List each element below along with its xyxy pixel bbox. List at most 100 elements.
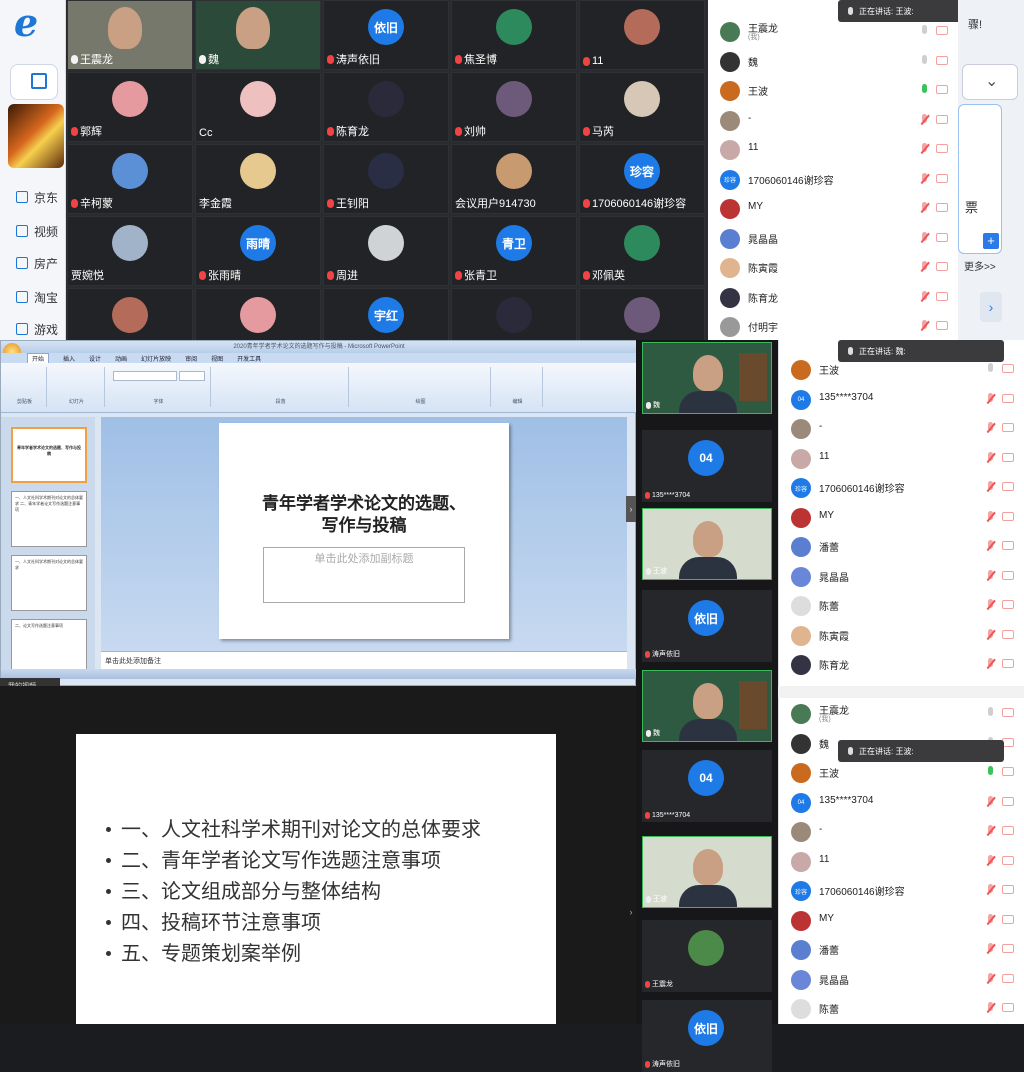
camera-off-icon[interactable]: [1002, 708, 1014, 717]
slide-thumb-3[interactable]: 一、人文社科学术期刊对论文的总体要求: [11, 555, 87, 611]
mic-icon[interactable]: [920, 143, 928, 155]
camera-off-icon[interactable]: [1002, 1003, 1014, 1012]
gallery-tile[interactable]: 李金霞: [195, 144, 321, 214]
gallery-tile[interactable]: Cc: [195, 72, 321, 142]
gallery-tile[interactable]: 辛柯蒙: [67, 144, 193, 214]
camera-off-icon[interactable]: [1002, 973, 1014, 983]
gallery-tile[interactable]: 魏: [195, 0, 321, 70]
participant-row[interactable]: 陈寅霞: [779, 620, 1024, 650]
add-icon[interactable]: +: [983, 233, 999, 249]
mic-icon[interactable]: [986, 363, 994, 375]
participant-row[interactable]: MY: [779, 905, 1024, 935]
gallery-tile[interactable]: 贾婉悦: [67, 216, 193, 286]
gallery-tile[interactable]: 珍容 1706060146谢珍容: [579, 144, 705, 214]
ribbon-tab[interactable]: 视图: [211, 354, 223, 363]
mic-icon[interactable]: [986, 658, 994, 670]
gallery-tile[interactable]: 郭辉: [67, 72, 193, 142]
participant-row[interactable]: 11: [708, 134, 958, 164]
camera-off-icon[interactable]: [936, 114, 948, 124]
gallery-tile[interactable]: 焦圣博: [451, 0, 577, 70]
participant-row[interactable]: -: [779, 816, 1024, 846]
camera-off-icon[interactable]: [1002, 364, 1014, 373]
camera-off-icon[interactable]: [936, 55, 948, 65]
camera-off-icon[interactable]: [936, 26, 948, 35]
mic-icon[interactable]: [986, 943, 994, 955]
home-tab-button[interactable]: [10, 64, 58, 100]
ribbon-group-drawing[interactable]: 绘图: [351, 367, 491, 407]
mic-icon[interactable]: [986, 451, 994, 464]
participant-row[interactable]: 陈寅霞: [708, 252, 958, 282]
slide[interactable]: 青年学者学术论文的选题、 写作与投稿 单击此处添加副标题: [219, 423, 509, 639]
participant-row[interactable]: 珍容 1706060146谢珍容: [779, 472, 1024, 502]
chevron-right-icon[interactable]: ›: [980, 292, 1002, 322]
camera-off-icon[interactable]: [1002, 767, 1014, 776]
camera-off-icon[interactable]: [936, 173, 948, 183]
mic-icon[interactable]: [986, 481, 994, 493]
camera-off-icon[interactable]: [1002, 570, 1014, 580]
participant-row[interactable]: 11: [779, 846, 1024, 876]
participant-row[interactable]: 王震龙 (我): [779, 698, 1024, 728]
camera-off-icon[interactable]: [936, 291, 948, 301]
game-thumbnail[interactable]: [8, 104, 64, 168]
slide-thumb-4[interactable]: 二、论文写作选题注意事项: [11, 619, 87, 675]
gallery-tile[interactable]: 陈育龙: [323, 72, 449, 142]
participant-row[interactable]: MY: [708, 193, 958, 223]
camera-off-icon[interactable]: [1002, 855, 1014, 865]
ribbon-tab[interactable]: 设计: [89, 354, 101, 363]
font-select[interactable]: [113, 371, 177, 381]
camera-off-icon[interactable]: [1002, 914, 1014, 924]
participant-row[interactable]: 陈育龙: [708, 282, 958, 312]
camera-off-icon[interactable]: [936, 262, 948, 271]
mic-icon[interactable]: [986, 913, 994, 926]
mic-icon[interactable]: [920, 202, 928, 214]
mic-icon[interactable]: [920, 54, 928, 67]
gallery-tile[interactable]: 周进: [323, 216, 449, 286]
mic-icon[interactable]: [986, 825, 994, 837]
camera-off-icon[interactable]: [1002, 600, 1014, 609]
ribbon-group-slides[interactable]: 幻灯片: [49, 367, 105, 407]
mic-icon[interactable]: [986, 707, 994, 719]
ribbon-tab[interactable]: 开始: [27, 352, 50, 364]
video-tile[interactable]: 魏: [642, 670, 772, 742]
participant-row[interactable]: 晁晶晶: [708, 223, 958, 253]
camera-off-icon[interactable]: [1002, 659, 1014, 668]
slide-title[interactable]: 青年学者学术论文的选题、 写作与投稿: [219, 493, 509, 537]
ribbon-tab[interactable]: 插入: [63, 354, 75, 363]
participant-row[interactable]: 11: [779, 443, 1024, 473]
mic-icon[interactable]: [986, 392, 994, 405]
dropdown[interactable]: ⌄: [962, 64, 1018, 100]
mic-icon[interactable]: [920, 231, 928, 244]
video-tile[interactable]: 04 135****3704: [642, 750, 772, 822]
mic-icon[interactable]: [920, 172, 928, 185]
collapse-arrow-icon[interactable]: ›: [626, 902, 636, 922]
participant-row[interactable]: -: [708, 105, 958, 135]
camera-off-icon[interactable]: [1002, 423, 1014, 432]
mic-icon[interactable]: [920, 320, 928, 332]
slide-thumb-1[interactable]: 青年学者学术论文的选题、写作与投稿: [11, 427, 87, 483]
camera-off-icon[interactable]: [1002, 796, 1014, 806]
ribbon-tab[interactable]: 开发工具: [237, 354, 261, 363]
mic-icon[interactable]: [986, 422, 994, 434]
gallery-tile[interactable]: 11: [579, 0, 705, 70]
ribbon-group-font[interactable]: 字体: [107, 367, 211, 407]
ribbon-group-paragraph[interactable]: 段落: [213, 367, 349, 407]
ribbon-group-editing[interactable]: 编辑: [493, 367, 543, 407]
gallery-tile[interactable]: 会议用户914730: [451, 144, 577, 214]
participant-row[interactable]: 潘蕾: [779, 934, 1024, 964]
camera-off-icon[interactable]: [1002, 452, 1014, 462]
mic-icon[interactable]: [920, 84, 928, 96]
video-tile[interactable]: 04 135****3704: [642, 430, 772, 502]
mic-icon[interactable]: [986, 972, 994, 985]
gallery-tile[interactable]: 邓佩英: [579, 216, 705, 286]
participant-row[interactable]: 潘蕾: [779, 531, 1024, 561]
video-tile[interactable]: 王波: [642, 508, 772, 580]
notes-pane[interactable]: 单击此处添加备注: [101, 651, 627, 669]
mic-icon[interactable]: [986, 569, 994, 582]
participant-row[interactable]: 珍容 1706060146谢珍容: [708, 164, 958, 194]
mic-icon[interactable]: [986, 1002, 994, 1014]
ribbon-tab[interactable]: 幻灯片放映: [141, 354, 171, 363]
video-tile[interactable]: 王震龙: [642, 920, 772, 992]
ribbon-tab[interactable]: 审阅: [185, 354, 197, 363]
font-size-select[interactable]: [179, 371, 205, 381]
mic-icon[interactable]: [986, 540, 994, 552]
